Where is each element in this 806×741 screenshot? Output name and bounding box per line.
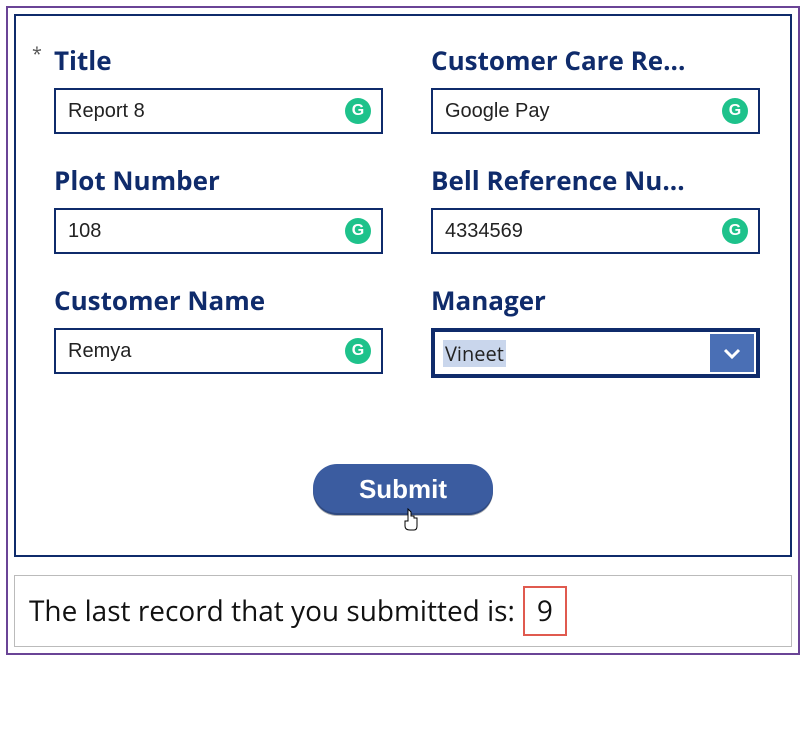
- cursor-icon: [401, 508, 421, 532]
- customer-care-label: Customer Care Re...: [431, 42, 760, 78]
- customer-name-input-wrap[interactable]: G: [54, 328, 383, 374]
- grammarly-icon[interactable]: G: [345, 218, 371, 244]
- manager-select[interactable]: Vineet: [431, 328, 760, 378]
- grammarly-icon[interactable]: G: [345, 338, 371, 364]
- customer-name-input[interactable]: [56, 330, 345, 372]
- form-grid: Title G Customer Care Re... G Plot Numbe…: [54, 42, 752, 378]
- plot-number-input[interactable]: [56, 210, 345, 252]
- plot-number-label: Plot Number: [54, 162, 383, 198]
- field-plot-number: Plot Number G: [54, 162, 383, 254]
- bell-ref-input-wrap[interactable]: G: [431, 208, 760, 254]
- customer-name-label: Customer Name: [54, 282, 383, 318]
- manager-label: Manager: [431, 282, 760, 318]
- submit-row: Submit: [54, 464, 752, 515]
- bell-ref-input[interactable]: [433, 210, 722, 252]
- customer-care-input-wrap[interactable]: G: [431, 88, 760, 134]
- grammarly-icon[interactable]: G: [722, 218, 748, 244]
- bell-ref-label: Bell Reference Nu...: [431, 162, 760, 198]
- status-bar: The last record that you submitted is: 9: [14, 575, 792, 647]
- grammarly-icon[interactable]: G: [345, 98, 371, 124]
- field-customer-name: Customer Name G: [54, 282, 383, 378]
- field-bell-ref: Bell Reference Nu... G: [431, 162, 760, 254]
- status-value: 9: [523, 586, 567, 636]
- title-input[interactable]: [56, 90, 345, 132]
- outer-container: Title G Customer Care Re... G Plot Numbe…: [6, 6, 800, 655]
- customer-care-input[interactable]: [433, 90, 722, 132]
- plot-number-input-wrap[interactable]: G: [54, 208, 383, 254]
- form-container: Title G Customer Care Re... G Plot Numbe…: [14, 14, 792, 557]
- manager-selected-text: Vineet: [443, 340, 506, 367]
- title-input-wrap[interactable]: G: [54, 88, 383, 134]
- manager-selected-value: Vineet: [435, 332, 708, 374]
- grammarly-icon[interactable]: G: [722, 98, 748, 124]
- status-prefix: The last record that you submitted is:: [29, 592, 515, 630]
- chevron-down-icon[interactable]: [710, 334, 754, 372]
- title-label: Title: [54, 42, 383, 78]
- field-title: Title G: [54, 42, 383, 134]
- field-manager: Manager Vineet: [431, 282, 760, 378]
- field-customer-care: Customer Care Re... G: [431, 42, 760, 134]
